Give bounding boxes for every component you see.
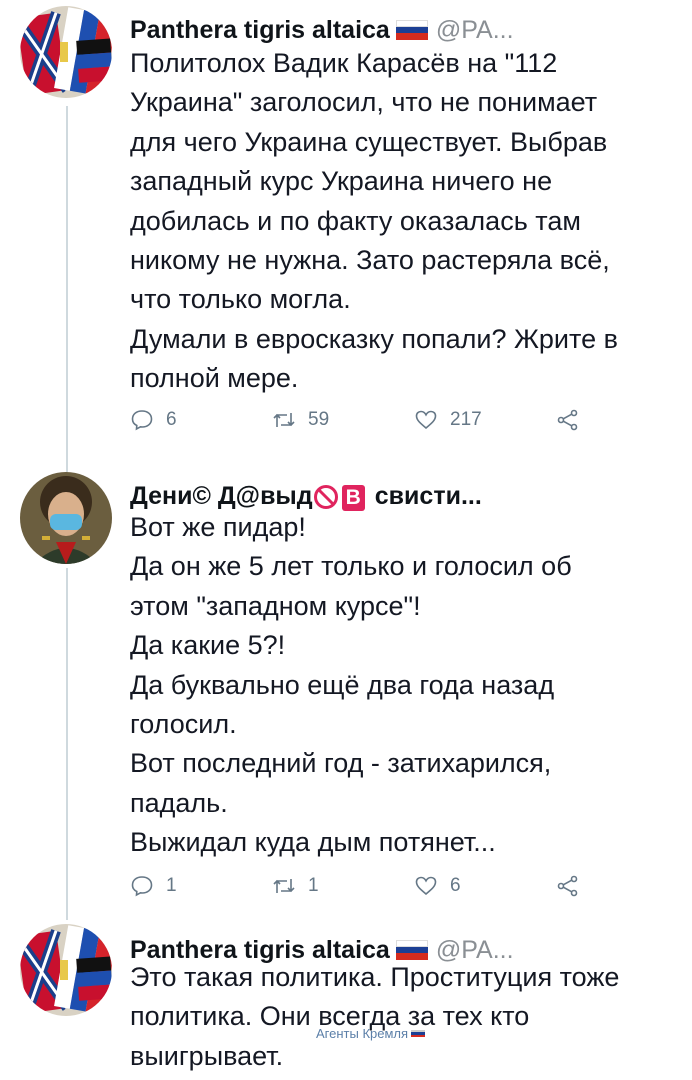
flags-avatar-image (20, 924, 112, 1016)
text-line: для чего Украина существует. Выбрав (130, 126, 608, 157)
retweet-count: 59 (308, 409, 330, 430)
copyright-symbol: © (192, 481, 211, 510)
share-button[interactable] (556, 408, 596, 432)
like-button[interactable]: 217 (414, 408, 556, 432)
like-count: 6 (450, 875, 461, 896)
watermark-text: Агенты Кремля (316, 1026, 409, 1041)
name-part: свисти... (374, 481, 482, 510)
reply-icon (131, 876, 153, 897)
text-line: Думали в евросказку попали? Жрите в (130, 323, 618, 354)
watermark: Агенты Кремля (316, 1026, 426, 1041)
tweet-3[interactable]: Panthera tigris altaica @PA... Это такая… (0, 920, 692, 1080)
tweet-text: Политолох Вадик Карасёв на "112 Украина"… (130, 44, 672, 399)
reply-count: 6 (166, 409, 177, 430)
author-name[interactable]: Дени© Д@выд В свисти... (130, 482, 482, 511)
like-count: 217 (450, 409, 482, 430)
russia-flag-icon (395, 20, 428, 40)
retweet-icon (273, 413, 295, 427)
portrait-avatar-image (20, 472, 112, 564)
text-line: Да он же 5 лет только и голосил об (130, 551, 572, 582)
share-button[interactable] (556, 874, 596, 898)
retweet-button[interactable]: 1 (272, 874, 414, 898)
action-bar: 6 59 217 (130, 402, 600, 438)
like-icon (415, 410, 437, 430)
text-line: Это такая политика. Проституция тоже (130, 962, 620, 992)
no-entry-icon (313, 484, 338, 509)
action-bar: 1 1 6 (130, 868, 600, 904)
name-part: Д@выд (217, 481, 313, 510)
russia-flag-icon (395, 940, 428, 960)
avatar[interactable] (20, 472, 112, 564)
flags-avatar-image (20, 6, 112, 98)
text-line: Вот же пидар! (130, 512, 306, 542)
text-line: Выжидал куда дым потянет... (130, 827, 496, 858)
text-line: голосил. (130, 709, 237, 740)
like-button[interactable]: 6 (414, 874, 556, 898)
text-line: Политолох Вадик Карасёв на "112 (130, 48, 558, 78)
tweet-1[interactable]: Panthera tigris altaica @PA... Политолох… (0, 0, 692, 470)
russia-flag-icon (411, 1029, 426, 1038)
tweet-text: Вот же пидар! Да он же 5 лет только и го… (130, 508, 672, 863)
text-line: западный курс Украина ничего не (130, 166, 553, 197)
share-icon (557, 875, 578, 897)
text-line: Да буквально ещё два года назад (130, 669, 555, 700)
retweet-count: 1 (308, 875, 319, 896)
name-part: Дени (130, 481, 193, 510)
text-line: Вот последний год - затихарился, (130, 748, 552, 779)
avatar[interactable] (20, 924, 112, 1016)
retweet-icon (273, 879, 295, 893)
tweet-text: Это такая политика. Проституция тоже пол… (130, 958, 672, 1076)
text-line: никому не нужна. Зато растеряла всё, (130, 245, 610, 276)
author-name[interactable]: Panthera tigris altaica (130, 16, 390, 45)
retweet-button[interactable]: 59 (272, 408, 414, 432)
reply-button[interactable]: 1 (130, 874, 272, 898)
text-line: падаль. (130, 787, 228, 818)
text-line: что только могла. (130, 284, 351, 315)
reply-count: 1 (166, 875, 177, 896)
text-line: Да какие 5?! (130, 630, 286, 661)
tweet-header: Panthera tigris altaica @PA... (130, 12, 682, 48)
reply-button[interactable]: 6 (130, 408, 272, 432)
reply-icon (131, 410, 153, 431)
author-handle[interactable]: @PA... (436, 16, 514, 45)
text-line: полной мере. (130, 363, 299, 394)
tweet-2[interactable]: Дени© Д@выд В свисти... Вот же пидар! Да … (0, 466, 692, 922)
share-icon (557, 409, 578, 431)
like-icon (415, 876, 437, 896)
text-line: этом "западном курсе"! (130, 590, 421, 621)
text-line: добилась и по факту оказалась там (130, 205, 581, 236)
text-line: Украина" заголосил, что не понимает (130, 87, 598, 118)
text-line: выигрывает. (130, 1040, 284, 1071)
avatar[interactable] (20, 6, 112, 98)
letter-badge: В (341, 484, 365, 511)
